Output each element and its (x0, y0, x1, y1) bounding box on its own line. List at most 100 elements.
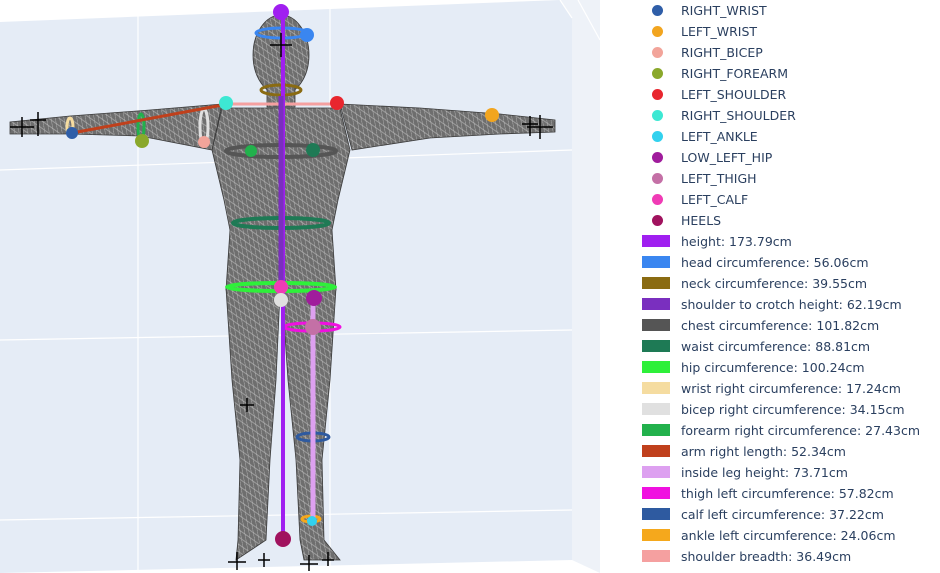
legend-item[interactable]: height: 173.79cm (636, 231, 792, 252)
left-ankle-marker (307, 516, 317, 526)
legend-marker-swatch (636, 0, 676, 21)
legend-bar (642, 424, 670, 436)
chest-left-marker (245, 145, 257, 157)
legend-dot (652, 173, 663, 184)
legend-line-swatch (636, 525, 676, 546)
legend-item[interactable]: shoulder to crotch height: 62.19cm (636, 294, 902, 315)
legend-label: RIGHT_BICEP (681, 45, 763, 60)
legend-bar (642, 550, 670, 562)
legend-label: inside leg height: 73.71cm (681, 465, 848, 480)
legend-bar (642, 529, 670, 541)
legend-bar (642, 235, 670, 247)
heels-marker (275, 531, 291, 547)
right-wrist-marker (66, 127, 78, 139)
crotch-marker (274, 293, 288, 307)
legend-label: LEFT_SHOULDER (681, 87, 787, 102)
legend-item[interactable]: LEFT_ANKLE (636, 126, 758, 147)
legend-marker-swatch (636, 126, 676, 147)
legend-item[interactable]: HEELS (636, 210, 721, 231)
legend-item[interactable]: neck circumference: 39.55cm (636, 273, 867, 294)
legend-item[interactable]: LEFT_THIGH (636, 168, 757, 189)
legend-item[interactable]: RIGHT_SHOULDER (636, 105, 796, 126)
legend-label: wrist right circumference: 17.24cm (681, 381, 901, 396)
3d-scene[interactable] (0, 0, 600, 573)
legend-item[interactable]: arm right length: 52.34cm (636, 441, 846, 462)
legend-item[interactable]: hip circumference: 100.24cm (636, 357, 865, 378)
legend-item[interactable]: thigh left circumference: 57.82cm (636, 483, 894, 504)
legend-label: neck circumference: 39.55cm (681, 276, 868, 291)
legend-marker-swatch (636, 105, 676, 126)
legend-line-swatch (636, 378, 676, 399)
legend-label: waist circumference: 88.81cm (681, 339, 871, 354)
legend-line-swatch (636, 357, 676, 378)
legend-line-swatch (636, 399, 676, 420)
legend-dot (652, 110, 663, 121)
legend-label: LOW_LEFT_HIP (681, 150, 773, 165)
legend-dot (652, 131, 663, 142)
legend-item[interactable]: ankle left circumference: 24.06cm (636, 525, 896, 546)
legend-label: LEFT_CALF (681, 192, 749, 207)
left-shoulder-marker (330, 96, 344, 110)
legend-line-swatch (636, 294, 676, 315)
legend-line-swatch (636, 420, 676, 441)
legend-item[interactable]: wrist right circumference: 17.24cm (636, 378, 901, 399)
legend-item[interactable]: LEFT_CALF (636, 189, 748, 210)
legend-item[interactable]: inside leg height: 73.71cm (636, 462, 848, 483)
legend-marker-swatch (636, 168, 676, 189)
legend-line-swatch (636, 546, 676, 567)
legend-dot (652, 47, 663, 58)
legend-line-swatch (636, 252, 676, 273)
legend-item[interactable]: LEFT_WRIST (636, 21, 757, 42)
legend-bar (642, 256, 670, 268)
legend-item[interactable]: LEFT_SHOULDER (636, 84, 786, 105)
legend-marker-swatch (636, 189, 676, 210)
legend-dot (652, 5, 663, 16)
legend-dot (652, 26, 663, 37)
legend-item[interactable]: forearm right circumference: 27.43cm (636, 420, 920, 441)
legend-bar (642, 382, 670, 394)
legend-bar (642, 445, 670, 457)
left-thigh-marker (305, 319, 321, 335)
legend-label: chest circumference: 101.82cm (681, 318, 880, 333)
legend-label: shoulder to crotch height: 62.19cm (681, 297, 902, 312)
right-bicep-marker (198, 136, 210, 148)
legend-dot (652, 194, 663, 205)
legend-item[interactable]: chest circumference: 101.82cm (636, 315, 879, 336)
legend-bar (642, 319, 670, 331)
legend-marker-swatch (636, 63, 676, 84)
legend-label: RIGHT_FOREARM (681, 66, 788, 81)
legend: RIGHT_WRIST LEFT_WRIST RIGHT_BICEP RIGHT_FO… (636, 0, 940, 573)
legend-item[interactable]: LOW_LEFT_HIP (636, 147, 772, 168)
legend-label: RIGHT_SHOULDER (681, 108, 796, 123)
legend-label: height: 173.79cm (681, 234, 792, 249)
legend-label: thigh left circumference: 57.82cm (681, 486, 894, 501)
legend-label: head circumference: 56.06cm (681, 255, 869, 270)
legend-marker-swatch (636, 21, 676, 42)
legend-item[interactable]: RIGHT_WRIST (636, 0, 767, 21)
legend-item[interactable]: RIGHT_BICEP (636, 42, 763, 63)
legend-line-swatch (636, 315, 676, 336)
legend-line-swatch (636, 504, 676, 525)
legend-item[interactable]: head circumference: 56.06cm (636, 252, 869, 273)
legend-line-swatch (636, 441, 676, 462)
legend-item[interactable]: calf left circumference: 37.22cm (636, 504, 884, 525)
left-calf-marker (274, 280, 288, 294)
legend-label: bicep right circumference: 34.15cm (681, 402, 905, 417)
legend-dot (652, 89, 663, 100)
legend-item[interactable]: RIGHT_FOREARM (636, 63, 788, 84)
legend-label: forearm right circumference: 27.43cm (681, 423, 921, 438)
legend-item[interactable]: waist circumference: 88.81cm (636, 336, 870, 357)
legend-label: HEELS (681, 213, 722, 228)
right-shoulder-marker (219, 96, 233, 110)
legend-line-swatch (636, 231, 676, 252)
head-top-marker (273, 4, 289, 20)
legend-label: LEFT_WRIST (681, 24, 758, 39)
legend-item[interactable]: shoulder breadth: 36.49cm (636, 546, 851, 567)
legend-item[interactable]: bicep right circumference: 34.15cm (636, 399, 905, 420)
legend-bar (642, 403, 670, 415)
legend-line-swatch (636, 483, 676, 504)
legend-bar (642, 361, 670, 373)
legend-marker-swatch (636, 84, 676, 105)
chest-right-marker (306, 143, 320, 157)
legend-label: arm right length: 52.34cm (681, 444, 846, 459)
